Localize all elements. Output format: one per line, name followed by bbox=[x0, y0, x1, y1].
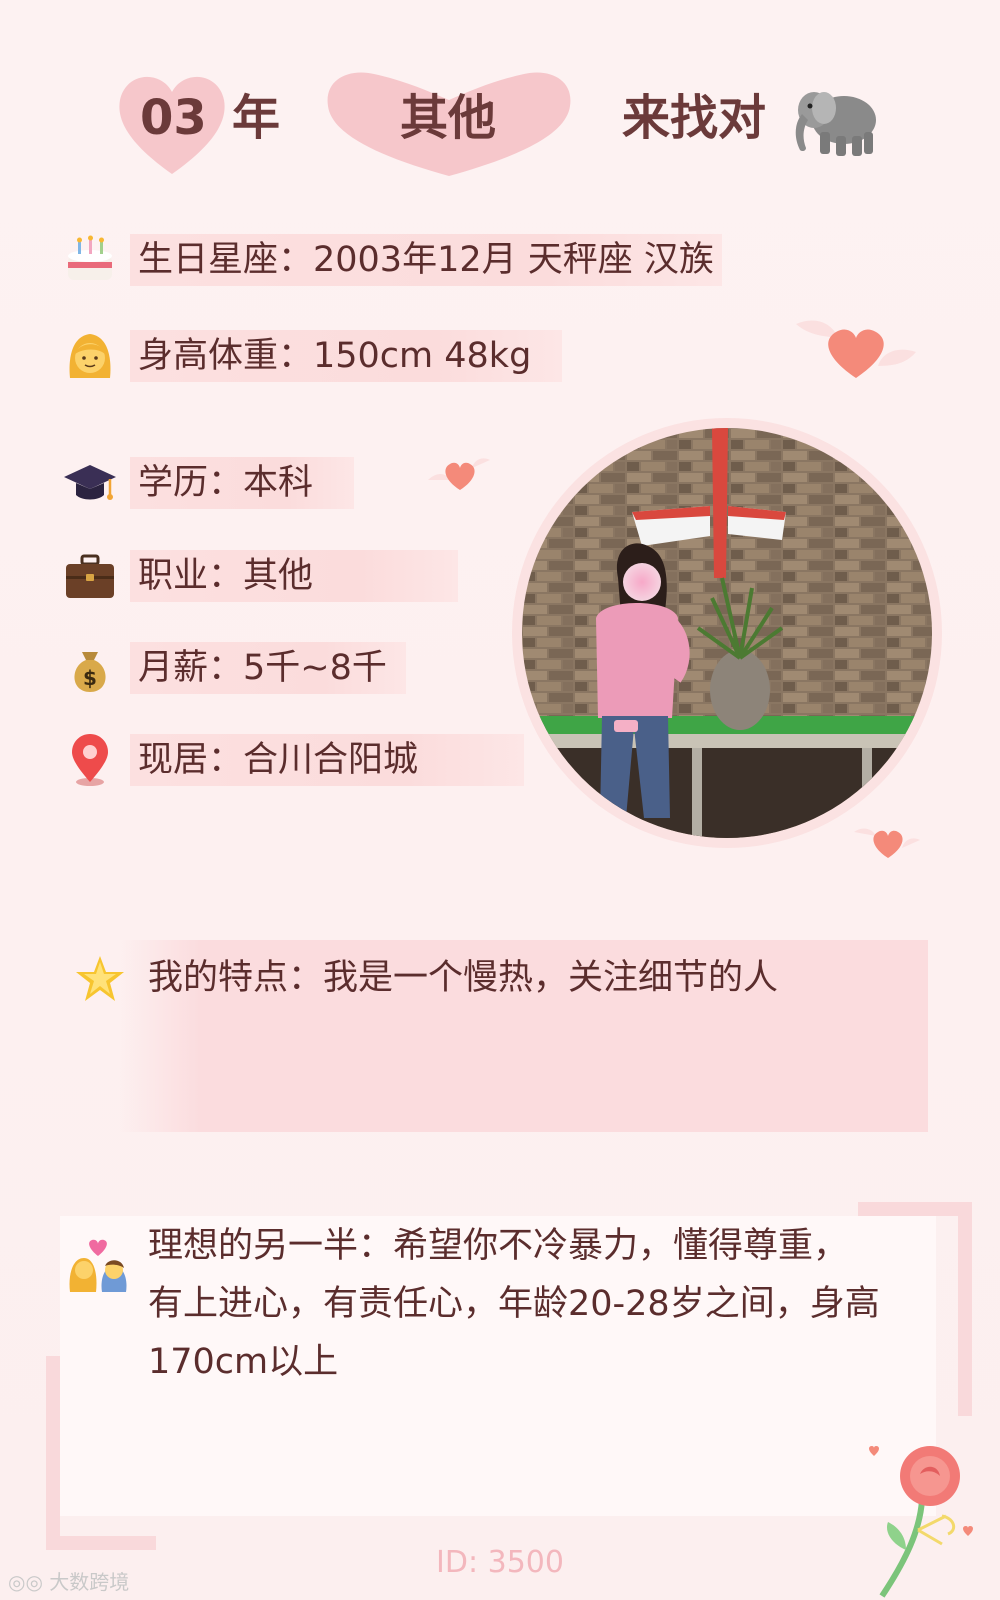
watermark-logo-icon: ◎◎ bbox=[8, 1570, 50, 1594]
info-salary-text: 月薪：5千~8千 bbox=[138, 648, 387, 688]
ideal-partner-text-line: 170cm以上 bbox=[148, 1342, 339, 1382]
profile-photo bbox=[522, 428, 932, 838]
location-pin-icon bbox=[72, 734, 108, 786]
small-winged-heart-icon bbox=[428, 458, 490, 490]
title-occupation: 其他 bbox=[400, 90, 497, 146]
info-education-text: 学历：本科 bbox=[138, 463, 314, 503]
watermark: ◎◎ 大数跨境 bbox=[8, 1566, 129, 1595]
svg-text:$: $ bbox=[83, 666, 97, 690]
glowing-star-icon bbox=[76, 956, 124, 1001]
title-year-unit: 年 bbox=[232, 90, 281, 146]
profile-card: 03 年 其他 来找对 生日星座：2003年12月 天秤座 汉族 身高体重：15… bbox=[0, 0, 1000, 1600]
info-residence-text: 现居：合川合阳城 bbox=[138, 740, 419, 780]
woman-face-icon bbox=[69, 334, 111, 378]
graduation-cap-icon bbox=[64, 465, 116, 500]
birthday-cake-icon bbox=[68, 235, 112, 280]
profile-id: ID: 3500 bbox=[436, 1545, 564, 1580]
info-birthday-text: 生日星座：2003年12月 天秤座 汉族 bbox=[138, 240, 714, 280]
couple-heart-icon bbox=[69, 1239, 127, 1292]
briefcase-icon bbox=[66, 554, 114, 598]
watermark-text: 大数跨境 bbox=[49, 1570, 130, 1594]
ideal-partner-text-line: 有上进心，有责任心，年龄20-28岁之间，身高 bbox=[148, 1284, 880, 1324]
info-occupation-text: 职业：其他 bbox=[138, 556, 314, 596]
money-bag-icon: $ bbox=[74, 652, 106, 692]
small-winged-heart-icon bbox=[854, 828, 920, 858]
ideal-partner-text-line: 理想的另一半：希望你不冷暴力，懂得尊重， bbox=[148, 1226, 849, 1266]
title-year-number: 03 bbox=[140, 90, 207, 146]
winged-heart-icon bbox=[796, 320, 916, 378]
feature-text: 我的特点：我是一个慢热，关注细节的人 bbox=[148, 958, 779, 998]
title-tagline: 来找对 bbox=[622, 90, 767, 146]
info-height-weight-text: 身高体重：150cm 48kg bbox=[138, 336, 532, 376]
header-title: 03 年 其他 来找对 bbox=[0, 60, 1000, 180]
elephant-icon bbox=[795, 92, 876, 156]
photo-scene bbox=[522, 428, 932, 838]
